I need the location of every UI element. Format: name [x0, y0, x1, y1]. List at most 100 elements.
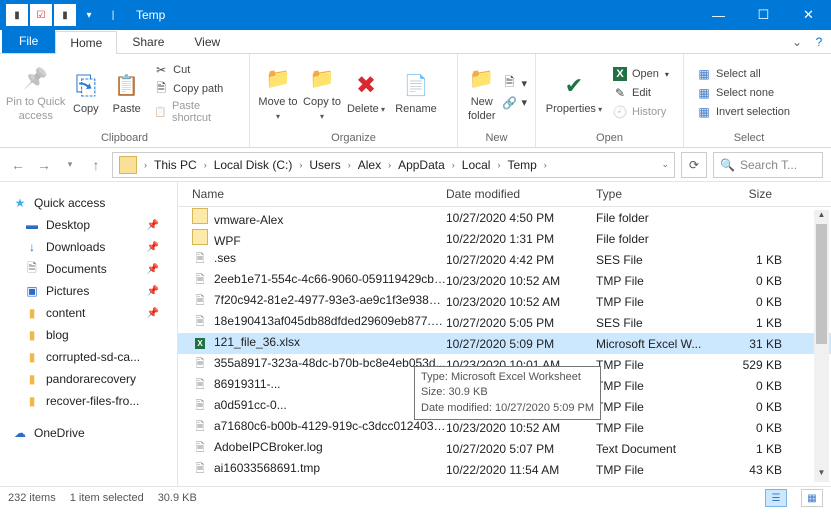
column-size[interactable]: Size	[712, 187, 782, 201]
select-all-icon	[696, 66, 712, 82]
ribbon-minimize-icon[interactable]: ⌄	[787, 31, 807, 53]
address-dropdown-icon[interactable]: ⌄	[658, 159, 672, 170]
breadcrumb-seg[interactable]: Users	[305, 158, 344, 172]
file-icon	[192, 229, 208, 245]
table-row[interactable]: AdobeIPCBroker.log10/27/2020 5:07 PMText…	[178, 438, 831, 459]
breadcrumb-seg[interactable]: Local	[458, 158, 495, 172]
copy-button[interactable]: Copy	[65, 68, 106, 118]
cut-icon	[153, 62, 169, 78]
paste-shortcut-button[interactable]: Paste shortcut	[153, 100, 237, 124]
qat-properties-icon[interactable]: ☑	[30, 4, 52, 26]
table-row[interactable]: 18e190413af045db88dfded29609eb877.db...1…	[178, 312, 831, 333]
pin-to-quick-access-button[interactable]: Pin to Quick access	[6, 61, 65, 124]
copy-to-button[interactable]: Copy to	[300, 61, 344, 124]
search-input[interactable]: 🔍Search T...	[713, 152, 823, 178]
table-row[interactable]: WPF10/22/2020 1:31 PMFile folder	[178, 228, 831, 249]
help-icon[interactable]: ?	[807, 31, 831, 53]
edit-button[interactable]: Edit	[612, 85, 669, 101]
move-to-icon	[262, 63, 294, 95]
table-row[interactable]: 2eeb1e71-554c-4c66-9060-059119429cbd...1…	[178, 270, 831, 291]
qat-newfolder-icon[interactable]: ▮	[54, 4, 76, 26]
sidebar-blog[interactable]: blog	[0, 324, 177, 346]
sidebar-pandora[interactable]: pandorarecovery	[0, 368, 177, 390]
new-folder-icon	[466, 63, 498, 95]
new-folder-button[interactable]: New folder	[464, 61, 499, 124]
sidebar-recover[interactable]: recover-files-fro...	[0, 390, 177, 412]
maximize-button[interactable]: ☐	[741, 0, 786, 30]
sidebar-corrupted[interactable]: corrupted-sd-ca...	[0, 346, 177, 368]
breadcrumb-seg[interactable]: Local Disk (C:)	[210, 158, 297, 172]
rename-button[interactable]: Rename	[388, 68, 444, 118]
scroll-up-icon[interactable]: ▲	[814, 210, 829, 224]
tab-file[interactable]: File	[2, 28, 55, 53]
breadcrumb-seg[interactable]: Temp	[503, 158, 540, 172]
table-row[interactable]: ai16033568691.tmp10/22/2020 11:54 AMTMP …	[178, 459, 831, 480]
close-button[interactable]: ✕	[786, 0, 831, 30]
properties-icon	[558, 70, 590, 102]
open-icon	[612, 66, 628, 82]
invert-selection-button[interactable]: Invert selection	[696, 104, 790, 120]
column-type[interactable]: Type	[596, 187, 712, 201]
table-row[interactable]: a71680c6-b00b-4129-919c-c3dcc01240311...…	[178, 417, 831, 438]
copy-path-icon	[153, 81, 169, 97]
forward-button[interactable]: →	[34, 155, 54, 175]
sidebar-pictures[interactable]: Pictures📌	[0, 280, 177, 302]
pin-icon: 📌	[147, 264, 159, 275]
sidebar-quick-access[interactable]: Quick access	[0, 192, 177, 214]
up-button[interactable]: ↑	[86, 155, 106, 175]
minimize-button[interactable]: —	[696, 0, 741, 30]
table-row[interactable]: 355a8917-323a-48dc-b70b-bc8e4eb053d...10…	[178, 354, 831, 375]
table-row[interactable]: 7f20c942-81e2-4977-93e3-ae9c1f3e9384.t..…	[178, 291, 831, 312]
new-item-button[interactable]: 🗎▾	[501, 76, 527, 92]
breadcrumb-seg[interactable]: AppData	[394, 158, 449, 172]
paste-button[interactable]: Paste	[106, 68, 147, 118]
view-details-button[interactable]: ☰	[765, 489, 787, 507]
tab-share[interactable]: Share	[117, 30, 179, 53]
easy-access-button[interactable]: 🔗▾	[501, 95, 527, 111]
view-icons-button[interactable]: ▦	[801, 489, 823, 507]
file-list[interactable]: vmware-Alex10/27/2020 4:50 PMFile folder…	[178, 207, 831, 486]
sidebar-onedrive[interactable]: OneDrive	[0, 422, 177, 444]
history-button[interactable]: History	[612, 104, 669, 120]
tab-home[interactable]: Home	[55, 31, 117, 54]
column-name[interactable]: Name	[192, 187, 446, 201]
sidebar-documents[interactable]: Documents📌	[0, 258, 177, 280]
scrollbar-thumb[interactable]	[816, 224, 827, 344]
move-to-button[interactable]: Move to	[256, 61, 300, 124]
qat-dropdown-icon[interactable]: ▾	[78, 4, 100, 26]
properties-button[interactable]: Properties	[542, 68, 606, 118]
history-icon	[612, 104, 628, 120]
copy-to-icon	[306, 63, 338, 95]
table-row[interactable]: 121_file_36.xlsx10/27/2020 5:09 PMMicros…	[178, 333, 831, 354]
tab-view[interactable]: View	[179, 30, 235, 53]
navigation-pane[interactable]: Quick access Desktop📌 Downloads📌 Documen…	[0, 182, 178, 486]
pin-icon: 📌	[147, 242, 159, 253]
table-row[interactable]: .ses10/27/2020 4:42 PMSES File1 KB	[178, 249, 831, 270]
invert-selection-icon	[696, 104, 712, 120]
qat-folder-icon[interactable]: ▮	[6, 4, 28, 26]
sidebar-content[interactable]: content📌	[0, 302, 177, 324]
scrollbar[interactable]: ▲ ▼	[814, 210, 829, 482]
file-icon	[192, 208, 208, 224]
breadcrumb-seg[interactable]: This PC	[150, 158, 201, 172]
table-row[interactable]: a0d591cc-0...10/23/2020 10:52 AMTMP File…	[178, 396, 831, 417]
table-row[interactable]: vmware-Alex10/27/2020 4:50 PMFile folder	[178, 207, 831, 228]
scroll-down-icon[interactable]: ▼	[814, 468, 829, 482]
column-date[interactable]: Date modified	[446, 187, 596, 201]
cut-button[interactable]: Cut	[153, 62, 237, 78]
sidebar-downloads[interactable]: Downloads📌	[0, 236, 177, 258]
select-all-button[interactable]: Select all	[696, 66, 790, 82]
open-button[interactable]: Open▾	[612, 66, 669, 82]
refresh-button[interactable]: ⟳	[681, 152, 707, 178]
recent-locations-button[interactable]: ▾	[60, 155, 80, 175]
breadcrumb-seg[interactable]: Alex	[354, 158, 385, 172]
table-row[interactable]: 86919311-...10/23/2020 10:01 AMTMP File0…	[178, 375, 831, 396]
select-none-button[interactable]: Select none	[696, 85, 790, 101]
file-icon	[192, 273, 208, 289]
copy-path-button[interactable]: Copy path	[153, 81, 237, 97]
back-button[interactable]: ←	[8, 155, 28, 175]
file-icon	[192, 357, 208, 373]
address-bar[interactable]: › This PC› Local Disk (C:)› Users› Alex›…	[112, 152, 675, 178]
delete-button[interactable]: Delete	[344, 68, 388, 118]
sidebar-desktop[interactable]: Desktop📌	[0, 214, 177, 236]
